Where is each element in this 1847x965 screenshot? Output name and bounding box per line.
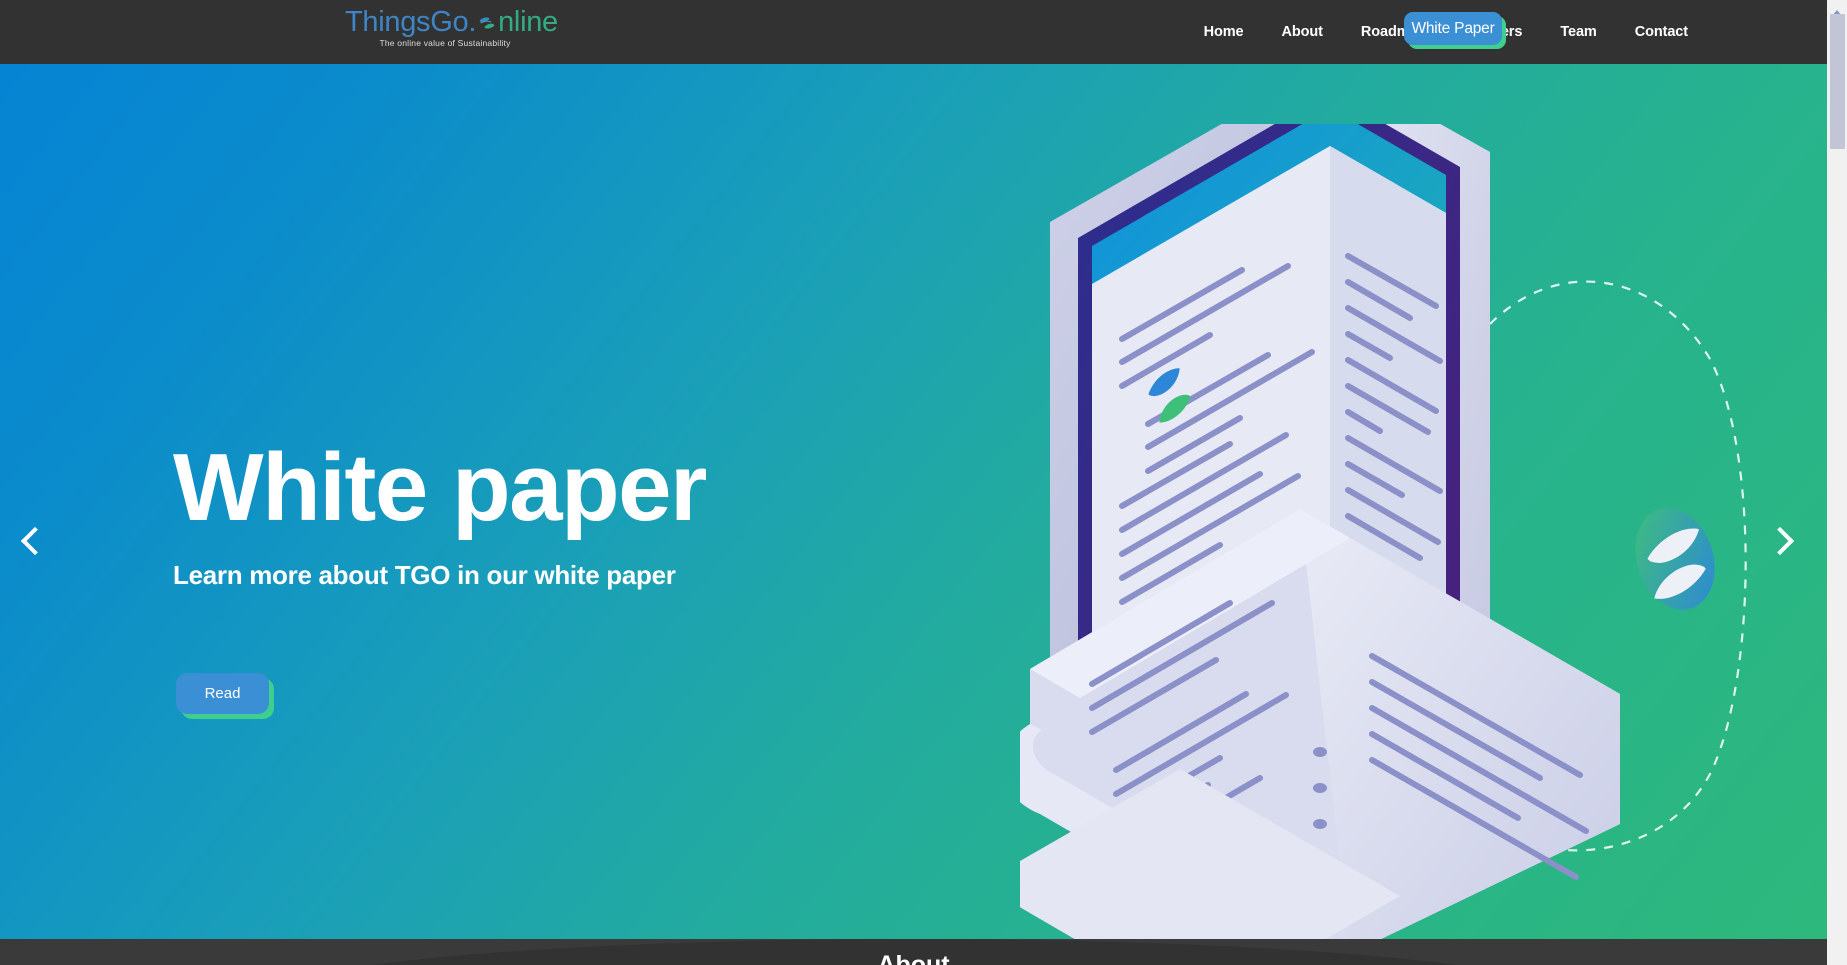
nav-item-contact[interactable]: Contact [1616, 24, 1707, 40]
leaf-badge-right-icon [1635, 508, 1715, 610]
carousel-prev-button[interactable] [10, 519, 54, 563]
read-button[interactable]: Read [176, 673, 269, 714]
leaf-logomark-icon [476, 9, 498, 31]
white-paper-button[interactable]: White Paper [1404, 12, 1502, 45]
nav-item-team[interactable]: Team [1541, 24, 1615, 40]
scrollbar-thumb[interactable] [1830, 14, 1845, 149]
chevron-left-icon [20, 526, 50, 556]
hero-carousel: White paper Learn more about TGO in our … [0, 64, 1827, 939]
page-viewport: ThingsGo. nline The online value of Susta… [0, 0, 1827, 965]
carousel-next-button[interactable] [1761, 519, 1805, 563]
nav-item-home[interactable]: Home [1185, 24, 1263, 40]
logo-wordmark: ThingsGo. nline [345, 6, 558, 38]
hero-title: White paper [173, 434, 707, 541]
about-section-title: About [877, 951, 950, 965]
white-paper-button-wrap: White Paper [1404, 12, 1506, 49]
hero-subtitle: Learn more about TGO in our white paper [173, 560, 676, 590]
scroll-up-arrow-icon[interactable] [1831, 4, 1843, 16]
hero-text-block: White paper Learn more about TGO in our … [173, 436, 1073, 592]
isometric-whitepaper-document-illustration [980, 64, 1780, 939]
site-logo[interactable]: ThingsGo. nline The online value of Susta… [345, 6, 558, 48]
nav-item-about[interactable]: About [1263, 24, 1342, 40]
page-scrollbar[interactable] [1827, 0, 1847, 965]
chevron-right-icon [1765, 526, 1795, 556]
browser-page: ThingsGo. nline The online value of Susta… [0, 0, 1847, 965]
logo-text-primary: ThingsGo. [345, 6, 477, 38]
top-navigation-bar: ThingsGo. nline The online value of Susta… [0, 0, 1827, 64]
logo-tagline: The online value of Sustainability [379, 38, 511, 48]
about-section-peek: About [0, 939, 1827, 965]
read-button-wrap: Read [176, 673, 274, 719]
logo-text-secondary: nline [498, 6, 558, 38]
